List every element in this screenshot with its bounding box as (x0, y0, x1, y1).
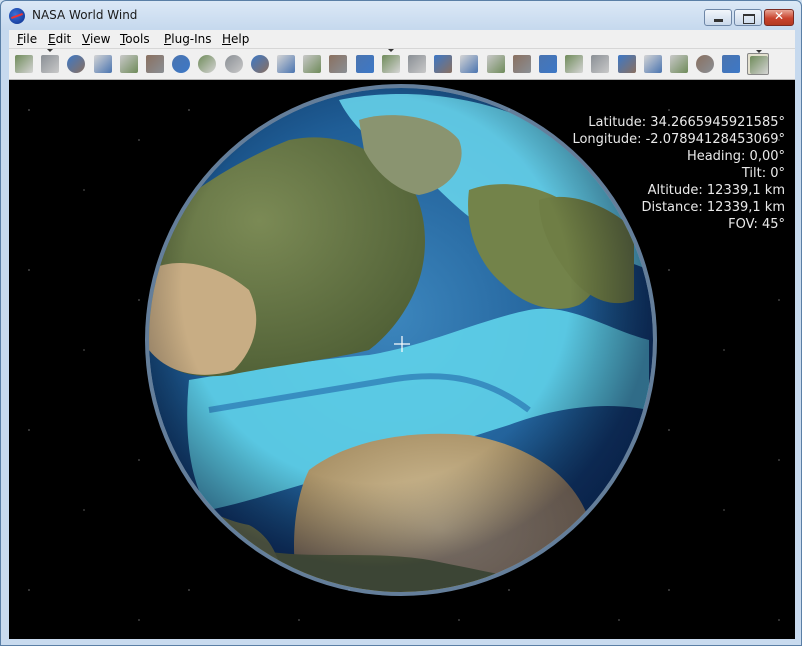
compass-button[interactable] (92, 53, 114, 75)
menu-edit[interactable]: Edit (48, 32, 71, 46)
tilt-readout: Tilt: 0° (741, 166, 785, 181)
placenames-button[interactable] (118, 53, 140, 75)
dropdown-arrow-icon (755, 50, 762, 53)
toolbar (9, 49, 795, 80)
menu-view[interactable]: View (82, 32, 110, 46)
latlon-grid-button[interactable] (39, 49, 61, 75)
boundaries-icon (277, 55, 295, 73)
menu-tools[interactable]: Tools (120, 32, 150, 46)
window-title: NASA World Wind (32, 8, 138, 22)
moon-icon (198, 55, 217, 73)
satellite-tracker-icon (591, 55, 610, 73)
minimize-button[interactable] (704, 9, 732, 26)
maximize-button[interactable] (734, 9, 762, 26)
flag-button[interactable] (642, 53, 664, 75)
distance-readout: Distance: 12339,1 km (641, 200, 785, 215)
modis-icon (329, 55, 348, 73)
rapid-fire-icon (355, 55, 374, 73)
landsat-icon (303, 55, 322, 73)
sphere-button[interactable] (694, 53, 716, 75)
menu-bar: File Edit View Tools Plug-Ins Help (9, 30, 795, 49)
search-button[interactable] (144, 53, 166, 75)
active-plugin-icon (749, 56, 768, 74)
earth-button[interactable] (170, 53, 192, 75)
animated-earth-button[interactable] (380, 49, 402, 75)
urban-icon (539, 55, 557, 73)
terrain-icon (460, 55, 479, 73)
mars-button[interactable] (223, 53, 245, 75)
jupiter-button[interactable] (249, 53, 271, 75)
altitude-readout: Altitude: 12339,1 km (647, 183, 785, 198)
active-plugin-button[interactable] (746, 50, 769, 75)
app-window: NASA World Wind ✕ File Edit View Tools P… (0, 0, 802, 646)
nasa-logo-icon (9, 8, 25, 24)
cloud-icon (722, 55, 741, 73)
world-layers-icon (15, 55, 33, 73)
moon-button[interactable] (196, 53, 218, 75)
measure-button[interactable] (616, 53, 638, 75)
layer-manager-icon (670, 55, 688, 73)
globe-button[interactable] (65, 53, 87, 75)
jupiter-icon (250, 55, 269, 73)
topo-icon (486, 55, 505, 73)
menu-help[interactable]: Help (222, 32, 249, 46)
latlon-grid-icon (41, 55, 60, 73)
earth-icon (172, 55, 191, 73)
scale-button[interactable] (563, 53, 585, 75)
menu-file[interactable]: File (17, 32, 37, 46)
topo-button[interactable] (485, 53, 507, 75)
close-icon: ✕ (773, 9, 785, 23)
dropdown-arrow-icon (47, 49, 54, 52)
world-layers-button[interactable] (13, 53, 35, 75)
animated-earth-icon (381, 55, 400, 73)
compass-icon (93, 55, 112, 73)
fov-readout: FOV: 45° (728, 217, 785, 232)
flag-icon (643, 55, 662, 73)
position-readout: Latitude: 34.2665945921585° Longitude: -… (572, 114, 785, 233)
dropdown-arrow-icon (387, 49, 394, 52)
mars-icon (224, 55, 243, 73)
rapid-fire-button[interactable] (354, 53, 376, 75)
heading-readout: Heading: 0,00° (686, 149, 785, 164)
placenames-icon (119, 55, 138, 73)
boundaries-button[interactable] (275, 53, 297, 75)
search-icon (146, 55, 164, 73)
map-icon (408, 55, 426, 73)
cloud-button[interactable] (720, 53, 742, 75)
satellite-button[interactable] (432, 53, 454, 75)
measure-icon (617, 55, 636, 73)
map-button[interactable] (406, 53, 428, 75)
latitude-readout: Latitude: 34.2665945921585° (588, 115, 785, 130)
terrain-button[interactable] (458, 53, 480, 75)
close-button[interactable]: ✕ (764, 9, 794, 26)
sphere-icon (696, 55, 715, 73)
globe-icon (67, 55, 86, 73)
urban-button[interactable] (537, 53, 559, 75)
landsat-button[interactable] (301, 53, 323, 75)
usgs-button[interactable] (511, 53, 533, 75)
menu-plugins[interactable]: Plug-Ins (164, 32, 212, 46)
scale-icon (565, 55, 584, 73)
satellite-icon (434, 55, 453, 73)
satellite-tracker-button[interactable] (589, 53, 611, 75)
globe-viewport[interactable]: Latitude: 34.2665945921585° Longitude: -… (9, 80, 795, 639)
longitude-readout: Longitude: -2.07894128453069° (572, 132, 785, 147)
title-bar[interactable]: NASA World Wind ✕ (1, 1, 801, 30)
usgs-icon (512, 55, 531, 73)
modis-button[interactable] (327, 53, 349, 75)
layer-manager-button[interactable] (668, 53, 690, 75)
